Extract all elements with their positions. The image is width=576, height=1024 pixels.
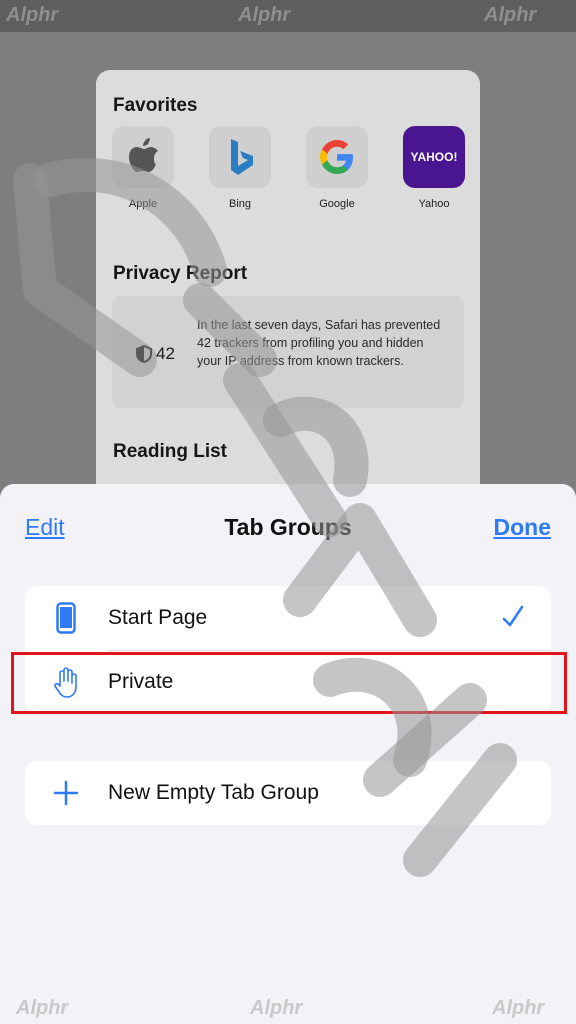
favorite-label: Apple [128, 198, 158, 210]
favorite-yahoo[interactable]: YAHOO! Yahoo [402, 126, 466, 210]
privacy-report-text: In the last seven days, Safari has preve… [197, 318, 441, 368]
tab-group-list: Start Page Private [25, 586, 551, 714]
privacy-report-card[interactable]: 42 In the last seven days, Safari has pr… [112, 296, 464, 408]
apple-logo-icon [112, 126, 174, 188]
tracker-count: 42 [136, 344, 175, 364]
new-empty-tab-group-button[interactable]: New Empty Tab Group [25, 761, 551, 825]
watermark-logo: Alphr [250, 997, 303, 1019]
plus-icon [51, 777, 81, 809]
phone-icon [51, 602, 81, 634]
bing-logo-icon [209, 126, 271, 188]
start-page-card: Favorites Apple Bing Google YAHOO! Yahoo… [96, 70, 480, 500]
shield-icon [136, 345, 152, 363]
reading-list-title: Reading List [113, 441, 228, 462]
tab-group-start-page[interactable]: Start Page [25, 586, 551, 651]
tab-groups-sheet: Edit Tab Groups Done Start Page Private … [0, 484, 576, 1024]
top-bar: Alphr Alphr Alphr [0, 0, 576, 32]
sheet-header: Edit Tab Groups Done [0, 484, 576, 574]
watermark-logo: Alphr [484, 4, 537, 26]
yahoo-logo-icon: YAHOO! [403, 126, 465, 188]
favorites-title: Favorites [113, 95, 198, 116]
favorite-label: Bing [228, 198, 252, 210]
favorite-label: Yahoo [418, 198, 450, 210]
tab-group-label: Private [108, 670, 174, 693]
favorite-bing[interactable]: Bing [208, 126, 272, 210]
sheet-title: Tab Groups [224, 514, 352, 540]
done-button[interactable]: Done [494, 514, 552, 541]
favorite-label: Google [319, 198, 355, 210]
checkmark-icon [501, 602, 525, 637]
new-group-label: New Empty Tab Group [108, 781, 319, 804]
favorite-apple[interactable]: Apple [111, 126, 175, 210]
watermark-logo: Alphr [238, 4, 291, 26]
privacy-report-title: Privacy Report [113, 263, 248, 284]
favorite-google[interactable]: Google [305, 126, 369, 210]
watermark-logo: Alphr [6, 4, 59, 26]
google-logo-icon [306, 126, 368, 188]
watermark-logo: Alphr [16, 997, 69, 1019]
tab-group-label: Start Page [108, 606, 208, 629]
hand-icon [51, 666, 81, 698]
tab-group-private[interactable]: Private [25, 650, 551, 714]
watermark-logo: Alphr [492, 997, 545, 1019]
